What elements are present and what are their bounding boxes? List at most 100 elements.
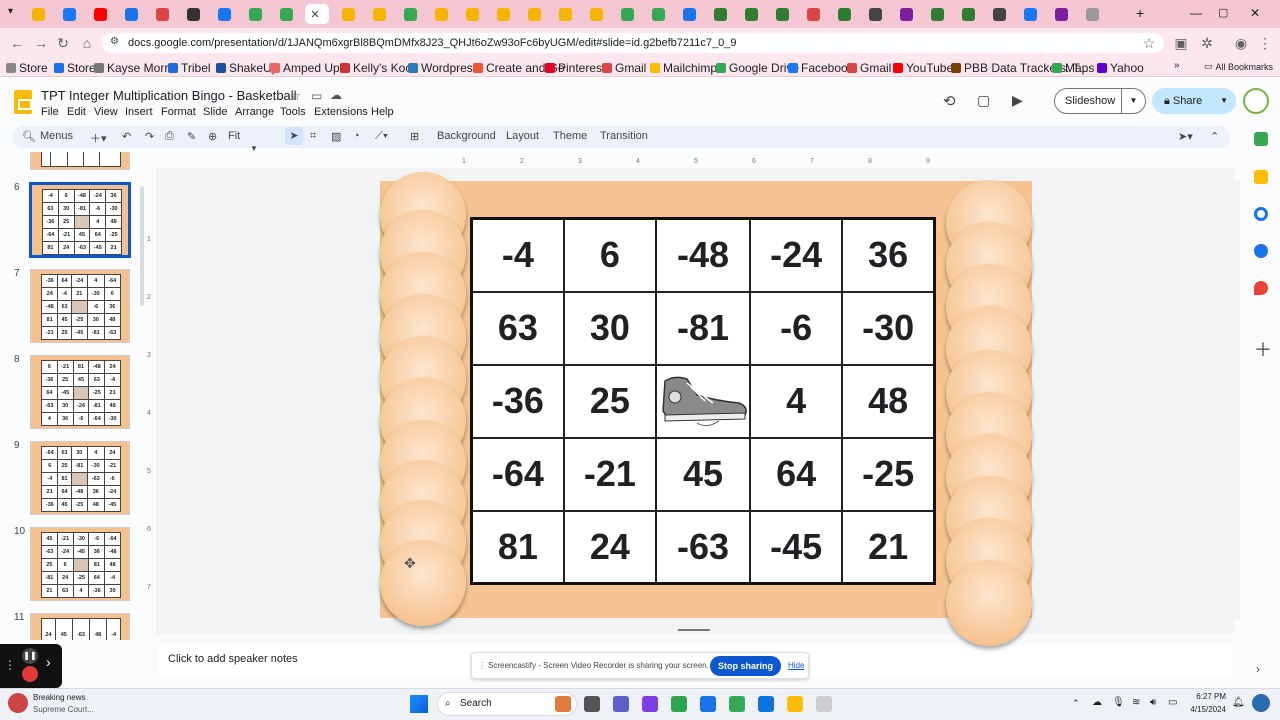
- browser-tab[interactable]: [88, 4, 112, 24]
- board-cell[interactable]: 63: [470, 290, 565, 366]
- browser-tab[interactable]: [181, 4, 205, 24]
- board-cell[interactable]: 25: [562, 363, 657, 439]
- browser-tab[interactable]: [863, 4, 887, 24]
- contacts-icon[interactable]: [1254, 244, 1268, 258]
- browser-tab[interactable]: [925, 4, 949, 24]
- news-title[interactable]: Breaking news: [33, 693, 85, 702]
- notes-resize-handle[interactable]: [678, 629, 710, 631]
- menu-edit[interactable]: Edit: [67, 106, 86, 118]
- files-app-icon[interactable]: [584, 696, 600, 712]
- browser-tab[interactable]: [1018, 4, 1042, 24]
- bookmark-item[interactable]: Mailchimp: [650, 61, 717, 75]
- browser-tab[interactable]: [708, 4, 732, 24]
- shape-icon[interactable]: ◔: [353, 130, 360, 142]
- browser-tab[interactable]: [460, 4, 484, 24]
- paint-format-icon[interactable]: ✎: [187, 130, 196, 143]
- bookmark-item[interactable]: Facebook: [788, 61, 854, 75]
- browser-tab[interactable]: [987, 4, 1011, 24]
- share-button[interactable]: 🔒︎ Share ▼: [1152, 88, 1236, 114]
- browser-tab[interactable]: [956, 4, 980, 24]
- board-cell[interactable]: 6: [562, 217, 657, 293]
- zoom-icon[interactable]: ⊕: [208, 130, 217, 143]
- window-maximize-icon[interactable]: ▢: [1218, 6, 1228, 19]
- maps-icon[interactable]: [1254, 281, 1268, 295]
- new-tab-icon[interactable]: +: [1136, 5, 1144, 21]
- window-close-icon[interactable]: ✕: [1250, 6, 1260, 20]
- browser-tab[interactable]: [274, 4, 298, 24]
- comment-add-icon[interactable]: ⊞: [410, 130, 419, 143]
- bookmark-item[interactable]: Store: [6, 61, 48, 75]
- board-cell[interactable]: 45: [654, 436, 751, 512]
- user-avatar[interactable]: [1243, 88, 1269, 114]
- board-cell[interactable]: 36: [841, 217, 936, 293]
- browser-tab[interactable]: [243, 4, 267, 24]
- slides-logo-icon[interactable]: [14, 90, 32, 114]
- notification-bell-icon[interactable]: 🔔︎: [1232, 697, 1245, 708]
- board-cell[interactable]: -64: [470, 436, 565, 512]
- slide-thumbnail[interactable]: 6 -21 81 -48 24 -36 25 45 63 -4 64 -45 -25 21 -63 30 -24…: [30, 355, 130, 429]
- tasks-icon[interactable]: [1254, 207, 1268, 221]
- print-icon[interactable]: ⎙: [165, 130, 174, 143]
- board-cell[interactable]: -45: [748, 509, 844, 585]
- slideshow-dropdown-icon[interactable]: ▼: [1121, 89, 1145, 113]
- explorer-app-icon[interactable]: [555, 696, 571, 712]
- board-cell[interactable]: 64: [748, 436, 844, 512]
- bookmark-item[interactable]: Tribel: [168, 61, 211, 75]
- battery-icon[interactable]: ▭: [1168, 697, 1177, 708]
- forward-icon[interactable]: →: [32, 34, 50, 52]
- browser-tab[interactable]: [26, 4, 50, 24]
- bookmark-item[interactable]: Store: [54, 61, 96, 75]
- search-menus-icon[interactable]: 🔍︎: [22, 130, 36, 143]
- layout-button[interactable]: Layout: [506, 130, 539, 142]
- bookmark-item[interactable]: Kayse Morris: [94, 61, 177, 75]
- board-cell[interactable]: -36: [470, 363, 565, 439]
- board-cell[interactable]: 30: [562, 290, 657, 366]
- side-panel-toggle-icon[interactable]: ›: [1256, 662, 1260, 676]
- zoom-select[interactable]: Fit ▼: [228, 130, 272, 154]
- browser-tab[interactable]: [646, 4, 670, 24]
- textbox-icon[interactable]: ⌗: [310, 130, 316, 143]
- bookmark-item[interactable]: Pinterest: [545, 61, 605, 75]
- notes-app-icon[interactable]: [787, 696, 803, 712]
- add-addon-icon[interactable]: ＋: [1254, 336, 1272, 362]
- slideshow-button[interactable]: Slideshow ▼: [1054, 88, 1146, 114]
- menu-help[interactable]: Help: [371, 106, 394, 118]
- pointer-mode-icon[interactable]: ➤▾: [1178, 130, 1193, 143]
- wifi-icon[interactable]: ≋: [1132, 697, 1140, 708]
- browser-tab[interactable]: [739, 4, 763, 24]
- bookmark-item[interactable]: Amped Up: [270, 61, 340, 75]
- browser-tab[interactable]: [770, 4, 794, 24]
- puzzle-icon[interactable]: ✲: [1198, 34, 1216, 52]
- browser-tab[interactable]: [491, 4, 515, 24]
- board-cell[interactable]: -30: [841, 290, 936, 366]
- browser-tab[interactable]: [894, 4, 918, 24]
- comments-icon[interactable]: ▢: [977, 92, 990, 109]
- volume-icon[interactable]: 🔊︎: [1150, 697, 1156, 708]
- start-icon[interactable]: [410, 695, 428, 713]
- board-cell[interactable]: 48: [841, 363, 936, 439]
- browser-tab[interactable]: [398, 4, 422, 24]
- document-title[interactable]: TPT Integer Multiplication Bingo - Baske…: [41, 88, 297, 103]
- browser-tab[interactable]: [367, 4, 391, 24]
- background-button[interactable]: Background: [437, 130, 496, 142]
- theme-button[interactable]: Theme: [553, 130, 587, 142]
- profile-avatar[interactable]: ◉: [1232, 34, 1250, 52]
- browser-tab[interactable]: [1080, 4, 1104, 24]
- menu-arrange[interactable]: Arrange: [235, 106, 274, 118]
- line-icon[interactable]: ⟋▾: [375, 130, 388, 143]
- collapse-toolbar-icon[interactable]: ⌃: [1210, 130, 1219, 143]
- tray-overflow-icon[interactable]: ⌃: [1072, 698, 1080, 709]
- menu-slide[interactable]: Slide: [203, 106, 227, 118]
- mic-icon[interactable]: 🎙︎: [1112, 697, 1125, 708]
- board-cell[interactable]: 4: [748, 363, 844, 439]
- undo-icon[interactable]: ↶: [122, 130, 131, 143]
- menu-view[interactable]: View: [94, 106, 118, 118]
- browser-tab[interactable]: [429, 4, 453, 24]
- counter-chip[interactable]: [946, 560, 1032, 646]
- browser-tab[interactable]: [677, 4, 701, 24]
- copilot-icon[interactable]: [1252, 694, 1270, 712]
- bookmark-item[interactable]: Wordpress: [408, 61, 479, 75]
- news-icon[interactable]: [8, 693, 28, 713]
- free-space-cell[interactable]: [654, 363, 751, 439]
- bookmark-item[interactable]: Gmail: [847, 61, 891, 75]
